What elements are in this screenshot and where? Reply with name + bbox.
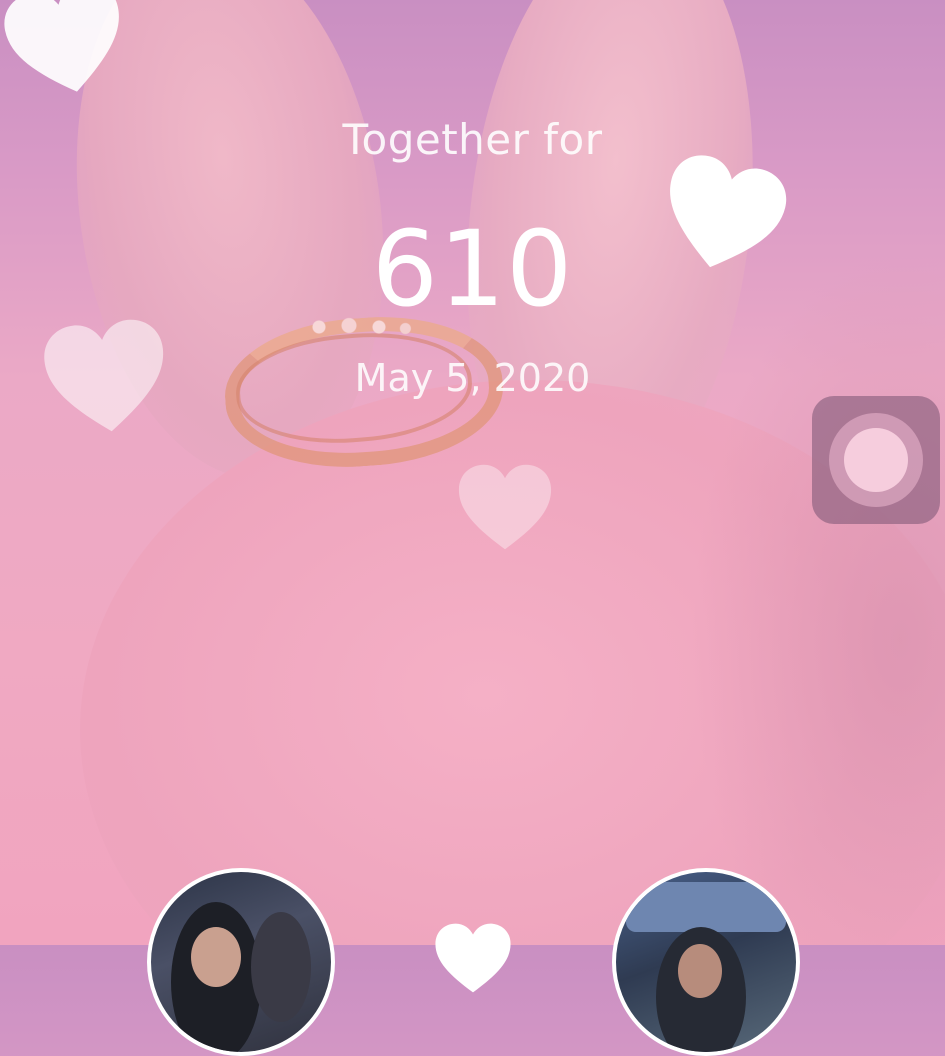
- avatar-partner-2[interactable]: [612, 868, 800, 1056]
- photo-shadow: [690, 250, 945, 945]
- avatar-figure: [251, 912, 311, 1022]
- heart-icon: [432, 922, 514, 994]
- heart-icon: [457, 462, 553, 552]
- start-date: May 5, 2020: [354, 356, 591, 400]
- avatar-face: [191, 927, 241, 987]
- together-label: Together for: [342, 115, 603, 164]
- avatar-face: [678, 944, 722, 998]
- assistive-touch-core: [844, 428, 908, 492]
- day-counter: 610: [371, 208, 574, 330]
- assistive-touch-button[interactable]: [812, 396, 940, 524]
- avatar-sky: [626, 882, 786, 932]
- avatar-partner-1[interactable]: [147, 868, 335, 1056]
